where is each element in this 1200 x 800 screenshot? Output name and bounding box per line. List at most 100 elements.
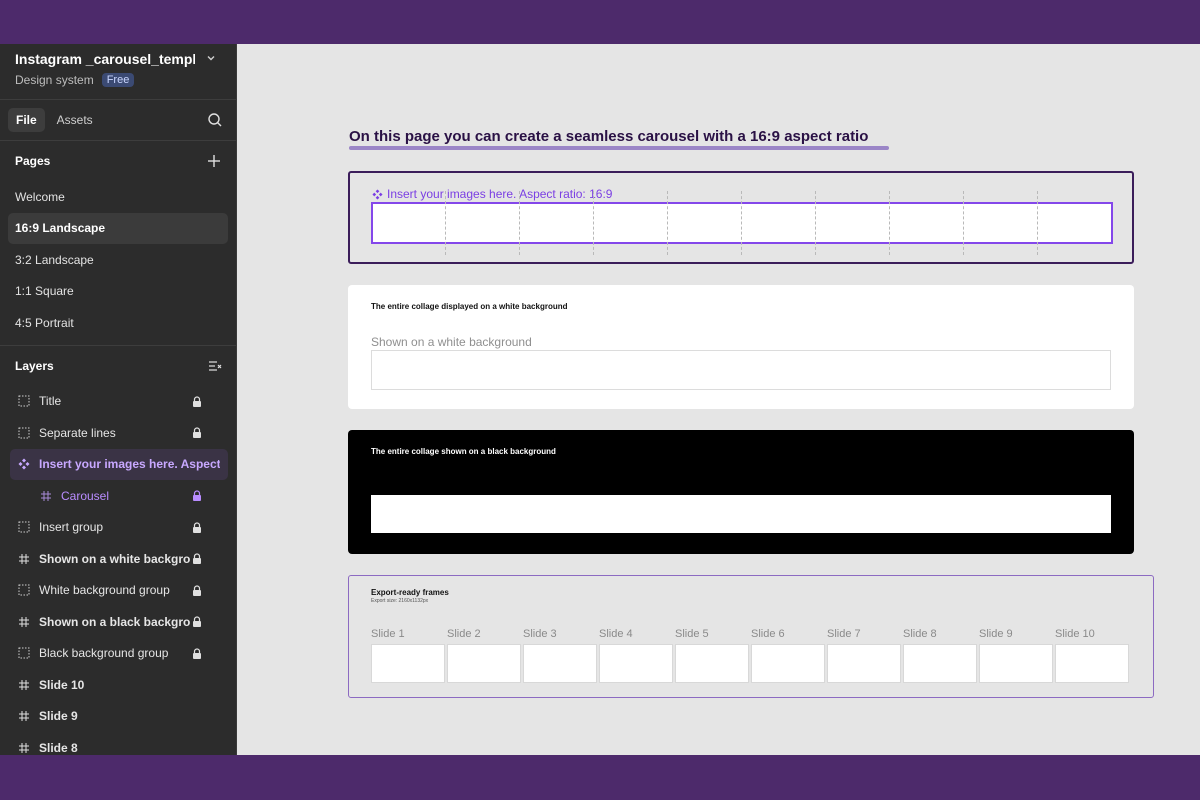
slide-frame-3[interactable]: Slide 3 (523, 628, 597, 683)
slide-box[interactable] (1055, 644, 1129, 683)
layers-heading: Layers (0, 346, 236, 386)
layer-slide-9[interactable]: Slide 9 (10, 701, 228, 733)
layer-label: Insert your images here. Aspect r... (39, 457, 220, 472)
separator-line (519, 191, 520, 255)
canvas-title[interactable]: On this page you can create a seamless c… (349, 128, 868, 145)
layers-heading-label: Layers (15, 358, 54, 373)
page-item-4-5-portrait[interactable]: 4:5 Portrait (8, 307, 228, 339)
pages-heading-label: Pages (15, 154, 51, 168)
slide-box[interactable] (751, 644, 825, 683)
separator-line (445, 191, 446, 255)
app-window: Instagram _carousel_templ... Design syst… (0, 44, 1200, 755)
slide-frame-6[interactable]: Slide 6 (751, 628, 825, 683)
separator-line (963, 191, 964, 255)
slide-label: Slide 8 (903, 628, 937, 640)
frame-icon (19, 679, 29, 690)
slide-box[interactable] (447, 644, 521, 683)
layer-black-background-group[interactable]: Black background group (10, 638, 228, 670)
slide-box[interactable] (371, 644, 445, 683)
frame-icon (19, 553, 29, 564)
slide-box[interactable] (903, 644, 977, 683)
layer-shown-on-black[interactable]: Shown on a black backgroun (10, 606, 228, 638)
layer-title[interactable]: Title (10, 386, 228, 418)
tab-file[interactable]: File (8, 108, 45, 132)
slide-frame-1[interactable]: Slide 1 (371, 628, 445, 683)
file-header[interactable]: Instagram _carousel_templ... Design syst… (0, 44, 236, 100)
layer-carousel[interactable]: Carousel (10, 480, 228, 512)
layer-white-background-group[interactable]: White background group (10, 575, 228, 607)
black-background-frame[interactable]: The entire collage shown on a black back… (348, 430, 1134, 554)
page-item-16-9-landscape[interactable]: 16:9 Landscape (8, 212, 228, 244)
slide-box[interactable] (979, 644, 1053, 683)
frame-icon (19, 711, 29, 722)
page-item-welcome[interactable]: Welcome (8, 181, 228, 213)
slide-label: Slide 7 (827, 628, 861, 640)
white-collage-preview[interactable] (371, 350, 1111, 390)
frame-icon (19, 616, 29, 627)
search-icon[interactable] (207, 112, 223, 128)
white-background-frame[interactable]: The entire collage displayed on a white … (348, 285, 1134, 409)
slide-label: Slide 1 (371, 628, 405, 640)
layer-label: Slide 10 (39, 677, 85, 692)
frame-icon (41, 490, 51, 501)
white-frame-title: The entire collage displayed on a white … (371, 302, 568, 311)
layer-slide-8[interactable]: Slide 8 (10, 732, 228, 755)
lock-icon[interactable] (192, 395, 202, 408)
layer-label: Shown on a white backgroun (39, 551, 191, 566)
lock-icon[interactable] (192, 490, 202, 502)
lock-icon[interactable] (192, 616, 202, 628)
pages-heading: Pages (0, 141, 236, 181)
layer-separate-lines[interactable]: Separate lines (10, 417, 228, 449)
separator-line (667, 191, 668, 255)
slide-label: Slide 6 (751, 628, 785, 640)
slide-frame-2[interactable]: Slide 2 (447, 628, 521, 683)
add-page-icon[interactable] (206, 153, 222, 169)
slide-box[interactable] (599, 644, 673, 683)
lock-icon[interactable] (192, 521, 202, 534)
layer-insert-images-component[interactable]: Insert your images here. Aspect r... (10, 448, 228, 480)
file-title[interactable]: Instagram _carousel_templ... (15, 51, 195, 67)
layer-insert-group[interactable]: Insert group (10, 512, 228, 544)
slide-box[interactable] (675, 644, 749, 683)
separator-line (593, 191, 594, 255)
lock-icon[interactable] (192, 584, 202, 597)
layer-label: Title (39, 394, 62, 409)
export-frames-group[interactable]: Export-ready frames Export size: 2160x11… (348, 575, 1154, 698)
tab-assets[interactable]: Assets (49, 108, 101, 132)
slide-box[interactable] (827, 644, 901, 683)
component-icon (372, 188, 383, 200)
group-icon (18, 395, 30, 407)
panel-tabs: File Assets (0, 100, 236, 141)
lock-icon[interactable] (192, 647, 202, 660)
layers-list: Title Separate lines Insert your images … (0, 386, 236, 756)
lock-icon[interactable] (192, 427, 202, 439)
slide-frame-9[interactable]: Slide 9 (979, 628, 1053, 683)
slide-frame-10[interactable]: Slide 10 (1055, 628, 1129, 683)
carousel-image-slot[interactable] (371, 202, 1113, 244)
slide-box[interactable] (523, 644, 597, 683)
slide-frame-8[interactable]: Slide 8 (903, 628, 977, 683)
chevron-down-icon[interactable] (206, 53, 216, 63)
group-icon (18, 584, 30, 596)
left-sidebar: Instagram _carousel_templ... Design syst… (0, 44, 237, 755)
layer-slide-10[interactable]: Slide 10 (10, 669, 228, 701)
lock-icon[interactable] (192, 553, 202, 565)
design-canvas[interactable]: On this page you can create a seamless c… (237, 44, 1200, 755)
title-underline (349, 146, 889, 150)
plan-badge: Free (101, 73, 135, 87)
slide-frame-7[interactable]: Slide 7 (827, 628, 901, 683)
layer-label: Black background group (39, 646, 169, 661)
export-size: Export size: 2160x1132px (371, 598, 429, 604)
black-collage-preview[interactable] (371, 495, 1111, 533)
frame-icon (19, 742, 29, 753)
group-icon (18, 521, 30, 533)
insert-label-text: Insert your images here. Aspect ratio: 1… (387, 187, 613, 201)
slide-frame-4[interactable]: Slide 4 (599, 628, 673, 683)
page-item-1-1-square[interactable]: 1:1 Square (8, 276, 228, 308)
slide-frame-5[interactable]: Slide 5 (675, 628, 749, 683)
insert-images-frame[interactable]: Insert your images here. Aspect ratio: 1… (348, 171, 1134, 264)
slide-label: Slide 5 (675, 628, 709, 640)
collapse-layers-icon[interactable] (208, 359, 222, 373)
layer-shown-on-white[interactable]: Shown on a white backgroun (10, 543, 228, 575)
page-item-3-2-landscape[interactable]: 3:2 Landscape (8, 244, 228, 276)
